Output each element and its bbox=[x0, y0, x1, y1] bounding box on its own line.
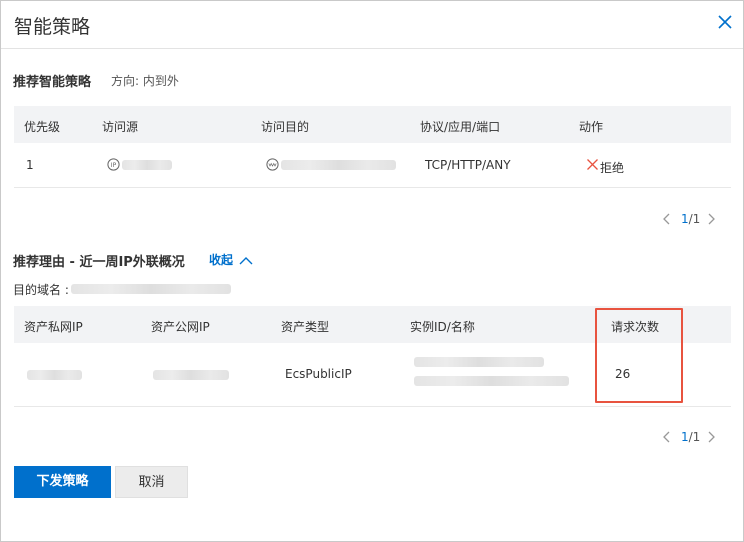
col-public-ip: 资产公网IP bbox=[151, 320, 210, 334]
col-priority: 优先级 bbox=[24, 120, 61, 134]
pager-current: 1 bbox=[681, 212, 689, 226]
public-ip-redacted bbox=[153, 370, 229, 380]
requests-highlight-box bbox=[595, 308, 683, 403]
svg-text:IP: IP bbox=[111, 162, 117, 169]
col-source: 访问源 bbox=[102, 120, 139, 134]
direction-label: 方向: 内到外 bbox=[111, 74, 179, 88]
recommend-title: 推荐智能策略 bbox=[13, 75, 92, 90]
domain-label: 目的域名 : bbox=[13, 283, 69, 297]
col-action: 动作 bbox=[579, 120, 604, 134]
col-destination: 访问目的 bbox=[261, 120, 310, 134]
col-asset-type: 资产类型 bbox=[281, 320, 330, 334]
collapse-label: 收起 bbox=[209, 253, 234, 267]
pager-total: /1 bbox=[688, 430, 701, 444]
col-protocol: 协议/应用/端口 bbox=[420, 120, 501, 134]
dialog-title: 智能策略 bbox=[14, 16, 91, 38]
pager-next-icon[interactable] bbox=[705, 213, 717, 225]
row-divider bbox=[14, 187, 731, 188]
smart-policy-dialog: 智能策略 推荐智能策略 方向: 内到外 优先级 访问源 访问目的 协议/应用/端… bbox=[0, 0, 744, 542]
private-ip-redacted bbox=[27, 370, 82, 380]
chevron-up-icon bbox=[239, 256, 253, 264]
cell-protocol: TCP/HTTP/ANY bbox=[425, 158, 511, 172]
pager-next-icon[interactable] bbox=[705, 431, 717, 443]
pager-prev-icon[interactable] bbox=[661, 431, 673, 443]
instance-id-redacted bbox=[414, 357, 544, 367]
domain-value-redacted bbox=[71, 284, 231, 294]
row-divider bbox=[14, 406, 731, 407]
deny-icon bbox=[587, 159, 598, 170]
collapse-toggle[interactable]: 收起 bbox=[209, 251, 253, 268]
pager-status: 1/1 bbox=[681, 212, 700, 226]
cell-action: 拒绝 bbox=[600, 161, 625, 175]
reason-title: 推荐理由 - 近一周IP外联概况 bbox=[13, 255, 185, 270]
cancel-button[interactable]: 取消 bbox=[115, 466, 188, 498]
close-icon[interactable] bbox=[715, 12, 735, 32]
dialog-header: 智能策略 bbox=[1, 1, 743, 49]
source-value-redacted bbox=[122, 160, 172, 170]
instance-name-redacted bbox=[414, 376, 569, 386]
pager-current: 1 bbox=[681, 430, 689, 444]
cell-asset-type: EcsPublicIP bbox=[285, 367, 352, 381]
pager-status: 1/1 bbox=[681, 430, 700, 444]
submit-policy-button[interactable]: 下发策略 bbox=[14, 466, 111, 498]
destination-value-redacted bbox=[281, 160, 396, 170]
ip-icon: IP bbox=[107, 158, 120, 171]
cell-priority: 1 bbox=[26, 158, 34, 172]
col-private-ip: 资产私网IP bbox=[24, 320, 83, 334]
col-instance: 实例ID/名称 bbox=[410, 320, 475, 334]
pager-total: /1 bbox=[688, 212, 701, 226]
pager-prev-icon[interactable] bbox=[661, 213, 673, 225]
www-icon bbox=[266, 158, 279, 171]
